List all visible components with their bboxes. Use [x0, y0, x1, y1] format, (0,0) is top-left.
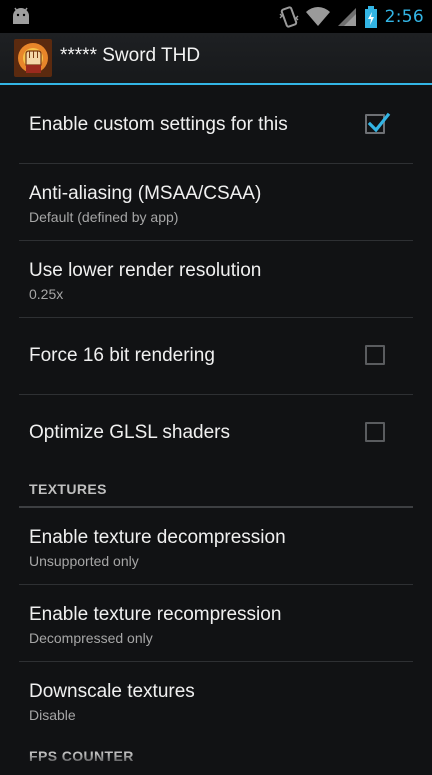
- pref-title: Anti-aliasing (MSAA/CSAA): [29, 183, 262, 204]
- pref-title: Enable texture decompression: [29, 527, 286, 548]
- pref-optimize-glsl-shaders[interactable]: Optimize GLSL shaders: [19, 395, 413, 472]
- checkmark-icon: [367, 112, 391, 133]
- category-title: TEXTURES: [29, 481, 107, 497]
- settings-list: Enable custom settings for this Anti-ali…: [0, 87, 432, 775]
- signal-icon: [337, 7, 356, 26]
- pref-texture-decompression[interactable]: Enable texture decompression Unsupported…: [19, 508, 413, 585]
- pref-title: Downscale textures: [29, 681, 195, 702]
- pref-summary: Unsupported only: [29, 553, 139, 569]
- pref-summary: 0.25x: [29, 286, 64, 302]
- pref-anti-aliasing[interactable]: Anti-aliasing (MSAA/CSAA) Default (defin…: [19, 164, 413, 241]
- android-icon: [13, 7, 29, 24]
- pref-title: Optimize GLSL shaders: [29, 422, 230, 443]
- status-icons: 2:56: [279, 4, 424, 29]
- pref-enable-custom-settings[interactable]: Enable custom settings for this: [19, 87, 413, 164]
- battery-charging-icon: [364, 5, 377, 28]
- pref-title: Enable texture recompression: [29, 604, 282, 625]
- app-title: ***** Sword THD: [60, 45, 201, 66]
- status-bar: 2:56: [0, 0, 432, 33]
- pref-force-16bit-rendering[interactable]: Force 16 bit rendering: [19, 318, 413, 395]
- action-bar: ***** Sword THD: [0, 33, 432, 85]
- force-16bit-checkbox[interactable]: [365, 345, 385, 365]
- pref-summary: Decompressed only: [29, 630, 153, 646]
- optimize-glsl-checkbox[interactable]: [365, 422, 385, 442]
- pref-lower-render-resolution[interactable]: Use lower render resolution 0.25x: [19, 241, 413, 318]
- pref-summary: Disable: [29, 707, 76, 723]
- pref-texture-recompression[interactable]: Enable texture recompression Decompresse…: [19, 585, 413, 662]
- vibrate-icon: [279, 5, 299, 28]
- category-textures: TEXTURES: [19, 472, 413, 508]
- scroll-fade: [0, 754, 432, 768]
- fist-app-icon[interactable]: [14, 39, 52, 77]
- enable-custom-checkbox[interactable]: [365, 112, 391, 134]
- pref-title: Use lower render resolution: [29, 260, 262, 281]
- wifi-icon: [305, 6, 330, 26]
- pref-title: Force 16 bit rendering: [29, 345, 215, 366]
- pref-downscale-textures[interactable]: Downscale textures Disable: [19, 662, 413, 739]
- pref-title: Enable custom settings for this: [29, 114, 288, 135]
- pref-summary: Default (defined by app): [29, 209, 179, 225]
- clock-time: 2:56: [384, 6, 424, 27]
